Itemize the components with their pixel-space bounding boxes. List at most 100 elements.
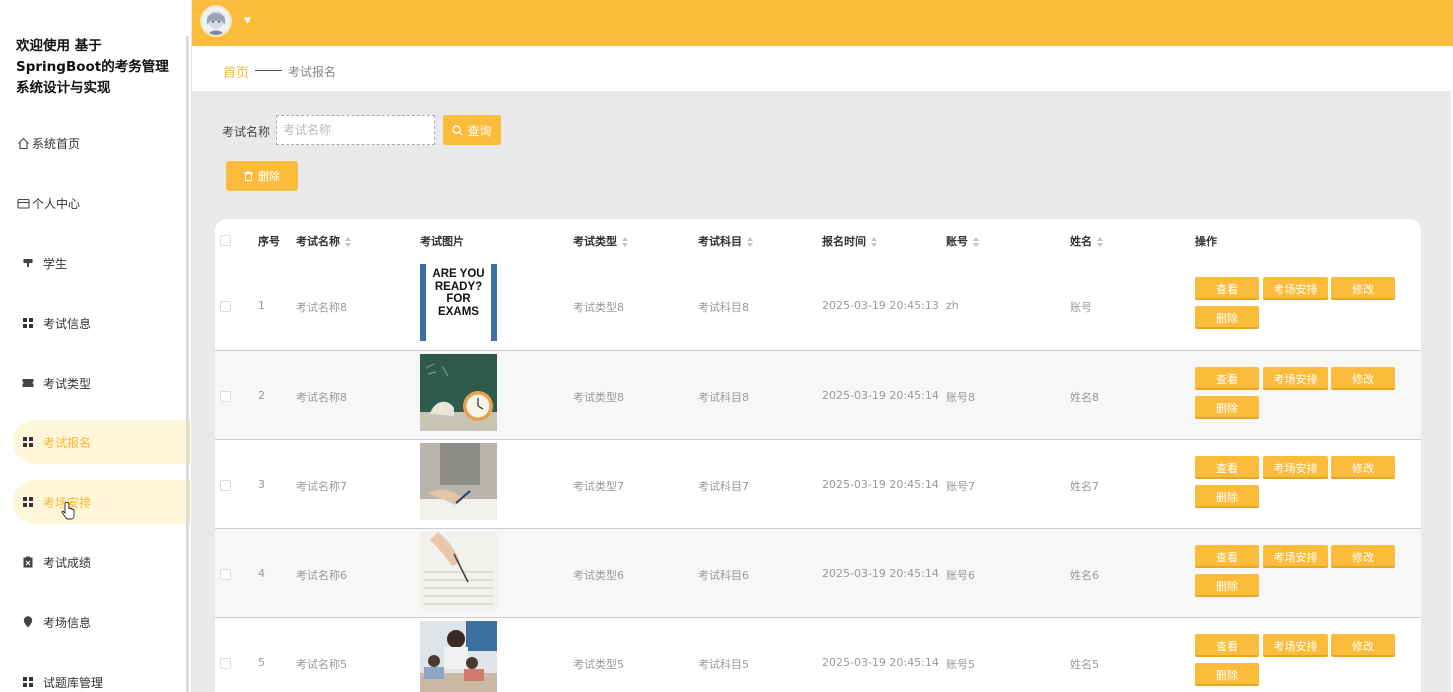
header-exam-type[interactable]: 考试类型	[573, 233, 628, 249]
exam-image-caption: ARE YOU READY? FOR EXAMS	[426, 264, 491, 341]
sidebar-item-exam-arrangement[interactable]: 考场安排	[13, 480, 190, 524]
sidebar-item-exam-type[interactable]: 考试类型	[13, 361, 190, 405]
sidebar-item-exam-info[interactable]: 考试信息	[13, 301, 190, 345]
header-name[interactable]: 姓名	[1070, 233, 1103, 249]
arrange-button[interactable]: 考场安排	[1263, 277, 1328, 300]
grid-icon	[21, 675, 35, 689]
header-exam-subject[interactable]: 考试科目	[698, 233, 753, 249]
sidebar-item-label: 考试成绩	[43, 555, 92, 570]
search-input[interactable]	[276, 115, 435, 145]
cell-index: 3	[258, 478, 265, 491]
exam-image[interactable]	[420, 532, 497, 609]
header-index: 序号	[258, 235, 280, 248]
header-exam-type-label: 考试类型	[573, 235, 617, 248]
cell-signup-time: 2025-03-19 20:45:14	[822, 478, 939, 491]
cell-exam-subject: 考试科目7	[698, 480, 749, 493]
chevron-down-icon[interactable]: ▼	[244, 16, 251, 26]
cell-exam-name: 考试名称8	[296, 301, 347, 314]
exam-image[interactable]: ARE YOU READY? FOR EXAMS	[420, 264, 497, 341]
edit-button[interactable]: 修改	[1331, 545, 1395, 568]
row-checkbox[interactable]	[220, 480, 231, 491]
delete-button[interactable]: 删除	[1195, 485, 1259, 508]
delete-button[interactable]: 删除	[1195, 663, 1259, 686]
table-row: 3 考试名称7 考试类型7 考试科目7 2025-03-19 20:45:14 …	[215, 439, 1421, 528]
cell-index: 2	[258, 389, 265, 402]
header-signup-time[interactable]: 报名时间	[822, 233, 877, 249]
header-name-label: 姓名	[1070, 235, 1092, 248]
sidebar-scrollbar[interactable]	[186, 36, 189, 692]
sidebar-item-exam-room[interactable]: 考场信息	[13, 600, 190, 644]
exam-image[interactable]	[420, 621, 497, 692]
breadcrumb: 首页 考试报名	[192, 46, 1451, 92]
batch-delete-button[interactable]: 删除	[226, 161, 298, 191]
header-exam-name-label: 考试名称	[296, 235, 340, 248]
sidebar-item-students[interactable]: 学生	[13, 241, 190, 285]
sidebar-item-profile[interactable]: 个人中心	[13, 181, 190, 225]
view-button[interactable]: 查看	[1195, 277, 1259, 300]
grid-icon	[21, 495, 35, 509]
view-button[interactable]: 查看	[1195, 367, 1259, 390]
sort-icon[interactable]	[973, 237, 979, 247]
sidebar-item-home[interactable]: 系统首页	[13, 121, 190, 165]
query-button[interactable]: 查询	[443, 115, 501, 145]
sidebar-item-label: 个人中心	[32, 196, 81, 211]
cell-index: 5	[258, 656, 265, 669]
grid-icon	[21, 316, 35, 330]
cell-name: 姓名5	[1070, 658, 1099, 671]
delete-button[interactable]: 删除	[1195, 574, 1259, 597]
cell-account: zh	[946, 299, 959, 312]
sort-icon[interactable]	[345, 237, 351, 247]
avatar[interactable]	[200, 5, 232, 37]
sidebar-item-label: 学生	[43, 256, 68, 271]
top-bar: ▼	[192, 0, 1453, 46]
sidebar-item-question-bank[interactable]: 试题库管理	[13, 660, 190, 692]
arrange-button[interactable]: 考场安排	[1263, 545, 1328, 568]
edit-button[interactable]: 修改	[1331, 634, 1395, 657]
breadcrumb-separator	[255, 70, 282, 71]
sort-icon[interactable]	[622, 237, 628, 247]
batch-delete-label: 删除	[258, 170, 280, 183]
sort-icon[interactable]	[747, 237, 753, 247]
header-exam-name[interactable]: 考试名称	[296, 233, 351, 249]
view-button[interactable]: 查看	[1195, 634, 1259, 657]
cell-index: 1	[258, 299, 265, 312]
cell-index: 4	[258, 567, 265, 580]
arrange-button[interactable]: 考场安排	[1263, 634, 1328, 657]
select-all-checkbox[interactable]	[220, 235, 231, 246]
sort-icon[interactable]	[871, 237, 877, 247]
arrange-button[interactable]: 考场安排	[1263, 456, 1328, 479]
edit-button[interactable]: 修改	[1331, 367, 1395, 390]
table-row: 2 考试名称8 考试类型8 考试科目8 2025-03-19 20:45:14 …	[215, 350, 1421, 439]
cell-account: 账号5	[946, 658, 975, 671]
header-exam-subject-label: 考试科目	[698, 235, 742, 248]
cell-name: 账号	[1070, 301, 1092, 314]
grid-icon	[21, 435, 35, 449]
exam-image[interactable]	[420, 443, 497, 520]
cell-name: 姓名6	[1070, 569, 1099, 582]
exam-image[interactable]	[420, 354, 497, 431]
view-button[interactable]: 查看	[1195, 456, 1259, 479]
cell-signup-time: 2025-03-19 20:45:14	[822, 389, 939, 402]
breadcrumb-home[interactable]: 首页	[223, 62, 249, 81]
arrange-button[interactable]: 考场安排	[1263, 367, 1328, 390]
sidebar-item-label: 考试报名	[43, 435, 92, 450]
cell-exam-subject: 考试科目8	[698, 301, 749, 314]
cell-exam-type: 考试类型8	[573, 391, 624, 404]
edit-button[interactable]: 修改	[1331, 277, 1395, 300]
sidebar-item-exam-signup[interactable]: 考试报名	[13, 420, 190, 464]
cell-exam-name: 考试名称5	[296, 658, 347, 671]
row-checkbox[interactable]	[220, 658, 231, 669]
delete-button[interactable]: 删除	[1195, 306, 1259, 329]
row-checkbox[interactable]	[220, 569, 231, 580]
sidebar-item-exam-scores[interactable]: 考试成绩	[13, 540, 190, 584]
row-checkbox[interactable]	[220, 391, 231, 402]
sidebar-item-label: 考试信息	[43, 316, 92, 331]
cell-name: 姓名8	[1070, 391, 1099, 404]
edit-button[interactable]: 修改	[1331, 456, 1395, 479]
row-checkbox[interactable]	[220, 301, 231, 312]
sort-icon[interactable]	[1097, 237, 1103, 247]
cell-exam-subject: 考试科目6	[698, 569, 749, 582]
view-button[interactable]: 查看	[1195, 545, 1259, 568]
header-account[interactable]: 账号	[946, 233, 979, 249]
delete-button[interactable]: 删除	[1195, 396, 1259, 419]
